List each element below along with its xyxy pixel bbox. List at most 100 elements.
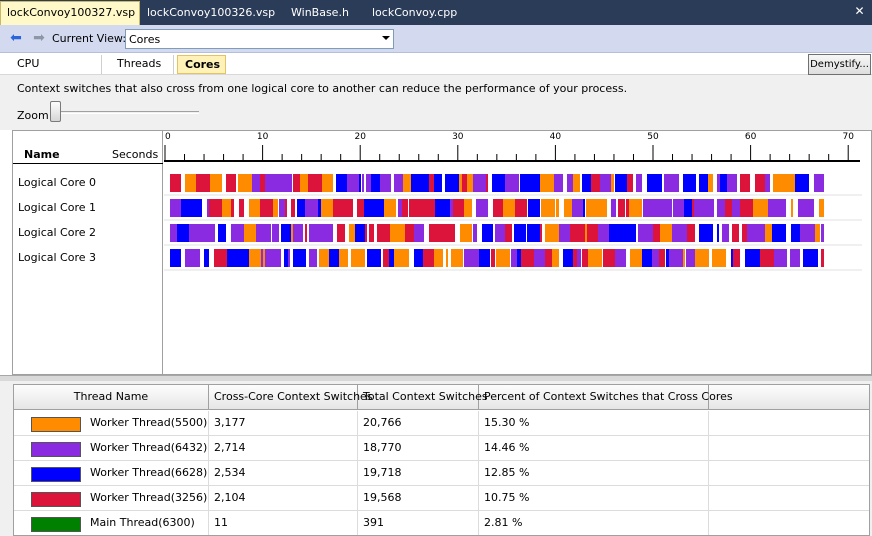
col-header-total[interactable]: Total Context Switches (358, 385, 488, 410)
core-3-segment[interactable] (491, 249, 495, 267)
core-2-segment[interactable] (414, 224, 424, 242)
core-3-segment[interactable] (389, 249, 392, 267)
core-3-segment[interactable] (329, 249, 339, 267)
core-3-segment[interactable] (521, 249, 534, 267)
core-0-segment[interactable] (347, 174, 352, 192)
core-2-segment[interactable] (747, 224, 759, 242)
core-2-segment[interactable] (272, 224, 279, 242)
core-1-segment[interactable] (550, 199, 555, 217)
core-1-segment[interactable] (285, 199, 287, 217)
core-1-segment[interactable] (239, 199, 244, 217)
core-1-segment[interactable] (572, 199, 583, 217)
core-3-segment[interactable] (731, 249, 733, 267)
core-2-segment[interactable] (687, 224, 695, 242)
core-0-segment[interactable] (573, 174, 580, 192)
core-0-segment[interactable] (773, 174, 788, 192)
core-2-segment[interactable] (624, 224, 636, 242)
core-1-segment[interactable] (684, 199, 692, 217)
core-0-segment[interactable] (459, 174, 462, 192)
core-2-segment[interactable] (337, 224, 345, 242)
core-1-segment[interactable] (515, 199, 527, 217)
core-3-segment[interactable] (284, 249, 288, 267)
core-3-segment[interactable] (760, 249, 774, 267)
core-3-segment[interactable] (268, 249, 281, 267)
core-0-segment[interactable] (486, 174, 488, 192)
core-0-segment[interactable] (473, 174, 486, 192)
core-2-segment[interactable] (377, 224, 390, 242)
core-2-segment[interactable] (585, 224, 587, 242)
core-3-segment[interactable] (227, 249, 240, 267)
zoom-slider-thumb[interactable] (50, 101, 61, 122)
core-1-segment[interactable] (643, 199, 657, 217)
forward-arrow-icon[interactable]: ➡ (31, 30, 47, 46)
core-2-segment[interactable] (218, 224, 226, 242)
demystify-button[interactable]: Demystify... (808, 54, 871, 75)
core-0-segment[interactable] (238, 174, 252, 192)
core-1-segment[interactable] (694, 199, 706, 217)
core-0-segment[interactable] (300, 174, 308, 192)
core-1-segment[interactable] (503, 199, 515, 217)
core-0-segment[interactable] (740, 174, 750, 192)
core-0-segment[interactable] (429, 174, 434, 192)
core-3-segment[interactable] (774, 249, 787, 267)
core-3-segment[interactable] (367, 249, 381, 267)
core-1-segment[interactable] (629, 199, 642, 217)
core-0-segment[interactable] (699, 174, 708, 192)
core-3-segment[interactable] (588, 249, 602, 267)
core-0-segment[interactable] (600, 174, 606, 192)
core-1-segment[interactable] (402, 199, 408, 217)
core-3-segment[interactable] (464, 249, 467, 267)
core-1-segment[interactable] (453, 199, 464, 217)
core-3-segment[interactable] (479, 249, 490, 267)
core-1-segment[interactable] (732, 199, 740, 217)
core-2-segment[interactable] (177, 224, 189, 242)
core-3-segment[interactable] (652, 249, 659, 267)
doc-tab-lockconvoy100327[interactable]: lockConvoy100327.vsp (0, 1, 140, 25)
core-3-segment[interactable] (706, 249, 709, 267)
core-2-segment[interactable] (672, 224, 687, 242)
core-1-segment[interactable] (435, 199, 450, 217)
core-2-segment[interactable] (791, 224, 800, 242)
core-0-segment[interactable] (717, 174, 720, 192)
core-3-segment[interactable] (695, 249, 706, 267)
core-3-segment[interactable] (383, 249, 385, 267)
core-3-segment[interactable] (339, 249, 348, 267)
core-3-segment[interactable] (689, 249, 695, 267)
core-1-segment[interactable] (706, 199, 714, 217)
core-2-segment[interactable] (505, 224, 512, 242)
core-0-segment[interactable] (627, 174, 633, 192)
core-0-segment[interactable] (265, 174, 279, 192)
core-1-segment[interactable] (611, 199, 616, 217)
core-3-segment[interactable] (615, 249, 626, 267)
core-2-segment[interactable] (495, 224, 505, 242)
core-1-segment[interactable] (318, 199, 321, 217)
core-3-segment[interactable] (603, 249, 615, 267)
core-3-segment[interactable] (293, 249, 302, 267)
tab-cores[interactable]: Cores (177, 55, 226, 74)
core-3-segment[interactable] (517, 249, 521, 267)
core-2-segment[interactable] (609, 224, 624, 242)
core-2-segment[interactable] (660, 224, 672, 242)
core-2-segment[interactable] (369, 224, 374, 242)
core-3-segment[interactable] (630, 249, 642, 267)
core-1-segment[interactable] (583, 199, 585, 217)
core-2-segment[interactable] (765, 224, 772, 242)
table-row[interactable]: Worker Thread(6628) 2,534 19,718 12.85 % (14, 461, 869, 486)
core-2-segment[interactable] (473, 224, 477, 242)
core-3-segment[interactable] (582, 249, 588, 267)
core-0-segment[interactable] (505, 174, 519, 192)
core-1-segment[interactable] (673, 199, 684, 217)
core-2-segment[interactable] (653, 224, 660, 242)
core-3-segment[interactable] (261, 249, 263, 267)
core-3-segment[interactable] (541, 249, 545, 267)
core-0-segment[interactable] (362, 174, 364, 192)
core-3-segment[interactable] (265, 249, 268, 267)
core-1-segment[interactable] (768, 199, 778, 217)
core-1-segment[interactable] (586, 199, 599, 217)
core-1-segment[interactable] (464, 199, 472, 217)
core-1-segment[interactable] (222, 199, 231, 217)
core-3-segment[interactable] (669, 249, 683, 267)
core-2-segment[interactable] (482, 224, 493, 242)
core-1-segment[interactable] (725, 199, 732, 217)
core-activity-tracks[interactable] (164, 165, 872, 374)
